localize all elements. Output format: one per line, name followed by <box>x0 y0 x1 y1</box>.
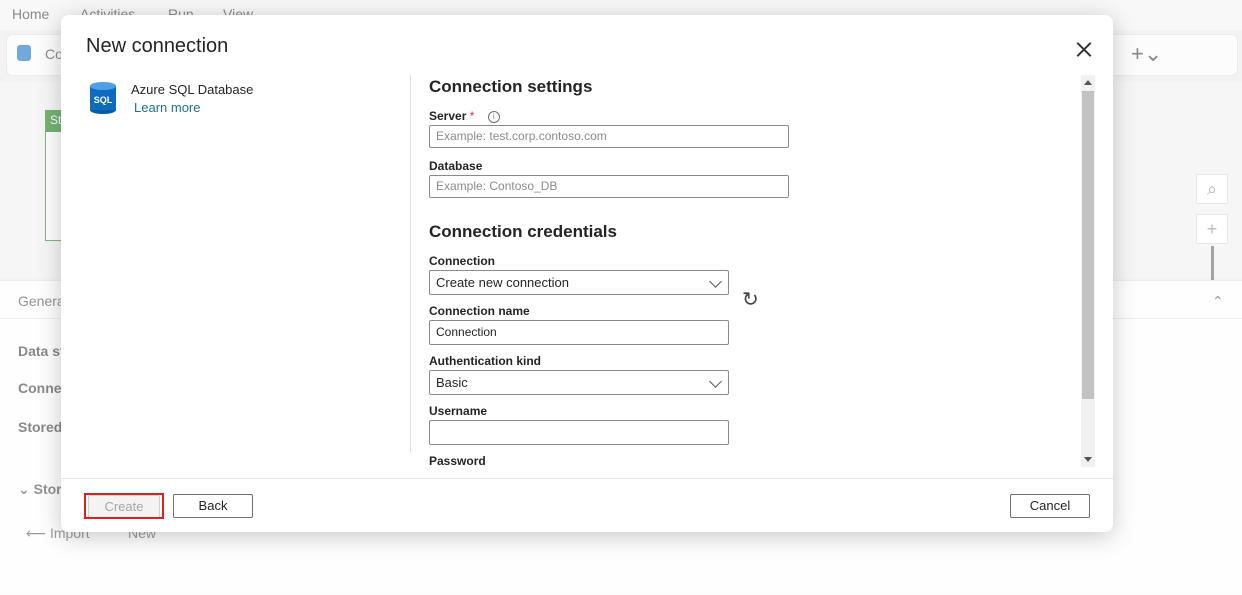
auth-kind-label: Authentication kind <box>429 354 541 368</box>
scroll-thumb[interactable] <box>1082 91 1094 399</box>
refresh-icon[interactable]: ↻ <box>742 287 759 312</box>
server-label-text: Server <box>429 109 467 123</box>
database-input[interactable]: Example: Contoso_DB <box>429 175 789 198</box>
pane-divider <box>410 75 411 452</box>
footer-divider <box>61 478 1113 479</box>
username-input[interactable] <box>429 420 729 445</box>
connection-name-label: Connection name <box>429 304 530 318</box>
server-input[interactable]: Example: test.corp.contoso.com <box>429 125 789 148</box>
chevron-down-icon <box>709 375 722 388</box>
info-icon[interactable]: i <box>487 111 500 123</box>
username-label: Username <box>429 404 488 418</box>
auth-kind-select[interactable]: Basic <box>429 370 729 395</box>
connection-settings-heading: Connection settings <box>429 77 593 96</box>
close-icon[interactable] <box>1071 37 1097 63</box>
scroll-down-icon[interactable] <box>1084 457 1092 462</box>
connection-form: Connection settings Server * i Example: … <box>429 75 1079 465</box>
dialog-title: New connection <box>86 35 229 57</box>
connection-name-input[interactable]: Connection <box>429 320 729 345</box>
form-scrollbar[interactable] <box>1081 75 1095 467</box>
sql-icon-text: SQL <box>94 95 113 105</box>
connection-label: Connection <box>429 254 495 268</box>
server-label: Server * i <box>429 109 500 123</box>
required-marker: * <box>469 109 475 123</box>
database-label: Database <box>429 159 483 173</box>
connection-select-value: Create new connection <box>436 275 569 290</box>
connection-select[interactable]: Create new connection <box>429 270 729 295</box>
password-label: Password <box>429 454 486 465</box>
create-button-highlight <box>84 493 164 519</box>
connection-credentials-heading: Connection credentials <box>429 222 617 241</box>
scroll-up-icon[interactable] <box>1084 80 1092 85</box>
cancel-button[interactable]: Cancel <box>1010 494 1090 518</box>
back-button[interactable]: Back <box>173 494 253 518</box>
auth-kind-value: Basic <box>436 375 468 390</box>
chevron-down-icon <box>709 275 722 288</box>
learn-more-link[interactable]: Learn more <box>134 100 200 115</box>
connector-name: Azure SQL Database <box>131 82 254 97</box>
new-connection-dialog: New connection SQL Azure SQL Database Le… <box>61 15 1113 532</box>
azure-sql-icon: SQL <box>90 82 116 114</box>
